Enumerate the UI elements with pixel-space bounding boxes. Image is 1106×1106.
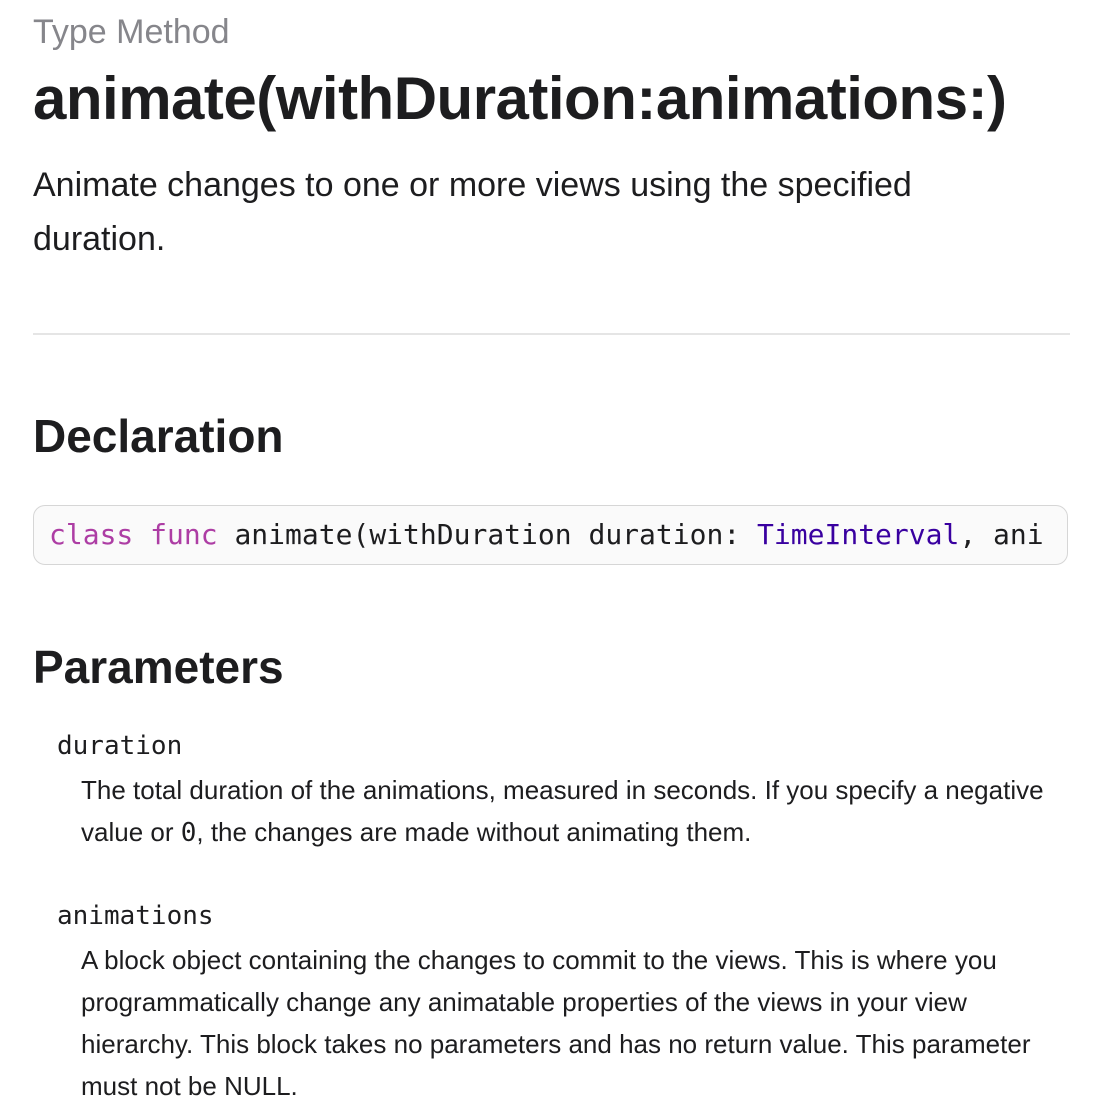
abstract-text: Animate changes to one or more views usi…: [33, 166, 912, 258]
inline-code-zero: 0: [180, 818, 197, 848]
method-signature: animate(withDuration duration:: [234, 518, 758, 551]
declaration-code-line: class func animate(withDuration duration…: [49, 516, 1044, 554]
parameter-description-duration: The total duration of the animations, me…: [81, 769, 1076, 854]
type-link-timeinterval[interactable]: TimeInterval: [757, 518, 959, 551]
param-desc-text-end: , the changes are made without animating…: [196, 817, 752, 847]
declaration-heading: Declaration: [33, 410, 284, 462]
page-title: animate(withDuration:animations:): [33, 65, 1007, 132]
signature-continuation: , ani: [959, 518, 1044, 551]
parameter-description-animations: A block object containing the changes to…: [81, 945, 1031, 1101]
parameter-name-duration: duration: [57, 731, 183, 761]
parameters-heading: Parameters: [33, 641, 284, 693]
parameter-name-animations: animations: [57, 901, 214, 931]
declaration-code-block[interactable]: class func animate(withDuration duration…: [33, 505, 1068, 565]
keyword-class: class: [49, 518, 134, 551]
section-divider: [33, 333, 1070, 335]
symbol-kind-eyebrow: Type Method: [33, 13, 230, 51]
keyword-func: func: [150, 518, 218, 551]
